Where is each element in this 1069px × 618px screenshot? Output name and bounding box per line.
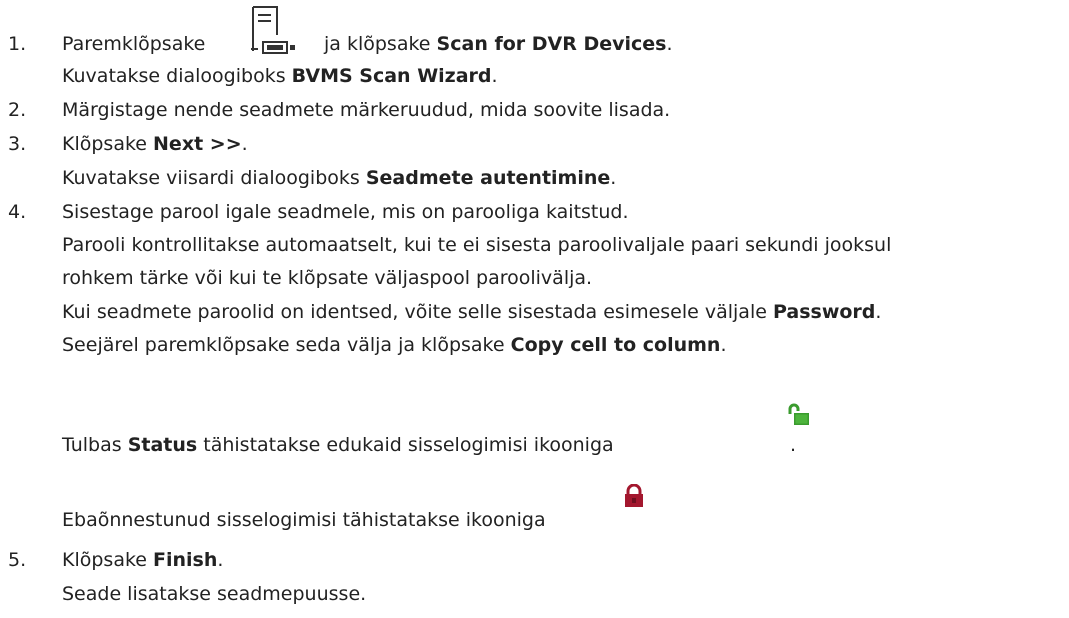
next-button-label: Next >> xyxy=(153,133,242,155)
step-4-para1-line1: Parooli kontrollitakse automaatselt, kui… xyxy=(62,234,892,256)
unlocked-padlock-icon xyxy=(787,403,811,427)
scan-for-dvr-devices-label: Scan for DVR Devices xyxy=(436,33,667,55)
step-3-post: . xyxy=(241,133,248,155)
step-1-post: . xyxy=(666,33,673,55)
status-column-label: Status xyxy=(127,434,198,456)
step-4-fail-line: Ebaõnnestunud sisselogimisi tähistatakse… xyxy=(62,509,546,531)
step-1-number: 1. xyxy=(8,33,27,55)
step-5-number: 5. xyxy=(8,549,27,571)
finish-button-label: Finish xyxy=(153,549,218,571)
step-1-pre: Paremklõpsake xyxy=(62,33,206,55)
step-4-para2-pre: Kui seadmete paroolid on identsed, võite… xyxy=(62,301,767,323)
step-5-text: Klõpsake Finish. xyxy=(62,548,223,572)
step-1-rest: ja klõpsake Scan for DVR Devices. xyxy=(324,32,673,56)
step-1-result-post: . xyxy=(491,65,498,87)
step-1-result: Kuvatakse dialoogiboks BVMS Scan Wizard. xyxy=(62,64,498,88)
step-4-text: Sisestage parool igale seadmele, mis on … xyxy=(62,201,629,223)
step-5-post: . xyxy=(217,549,224,571)
step-5-pre: Klõpsake xyxy=(62,549,147,571)
bvms-scan-wizard-label: BVMS Scan Wizard xyxy=(291,65,492,87)
step-4-number: 4. xyxy=(8,201,27,223)
step-4-status-line: Tulbas Status tähistatakse edukaid sisse… xyxy=(62,433,614,457)
step-4-para3-pre: Seejärel paremklõpsake seda välja ja klõ… xyxy=(62,334,505,356)
step-1-mid: ja klõpsake xyxy=(324,33,431,55)
locked-padlock-icon xyxy=(623,483,645,508)
step-1-text: Paremklõpsake xyxy=(62,32,205,56)
step-4-status-pre: Tulbas xyxy=(62,434,122,456)
step-1-result-pre: Kuvatakse dialoogiboks xyxy=(62,65,286,87)
step-3-number: 3. xyxy=(8,133,27,155)
step-4-para1-line2: rohkem tärke või kui te klõpsate väljasp… xyxy=(62,267,593,289)
step-4-para3-post: . xyxy=(720,334,727,356)
step-4-status-end: . xyxy=(790,434,797,456)
step-2-text: Märgistage nende seadmete märkeruudud, m… xyxy=(62,99,671,121)
step-4-para2: Kui seadmete paroolid on identsed, võite… xyxy=(62,300,881,324)
step-3-text: Klõpsake Next >>. xyxy=(62,132,248,156)
step-5-result: Seade lisatakse seadmepuusse. xyxy=(62,583,367,605)
step-3-result-pre: Kuvatakse viisardi dialoogiboks xyxy=(62,167,360,189)
instruction-document: 1. Paremklõpsake ja klõpsake Scan for DV… xyxy=(0,0,1069,618)
step-3-result: Kuvatakse viisardi dialoogiboks Seadmete… xyxy=(62,166,616,190)
step-4-para3: Seejärel paremklõpsake seda välja ja klõ… xyxy=(62,333,727,357)
step-3-result-post: . xyxy=(610,167,617,189)
step-4-para2-post: . xyxy=(875,301,882,323)
seadmete-autentimine-label: Seadmete autentimine xyxy=(365,167,611,189)
password-label: Password xyxy=(772,301,876,323)
dvr-device-icon xyxy=(249,5,319,55)
step-4-status-post: tähistatakse edukaid sisselogimisi ikoon… xyxy=(203,434,614,456)
step-2-number: 2. xyxy=(8,99,27,121)
step-3-pre: Klõpsake xyxy=(62,133,147,155)
copy-cell-to-column-label: Copy cell to column xyxy=(510,334,721,356)
